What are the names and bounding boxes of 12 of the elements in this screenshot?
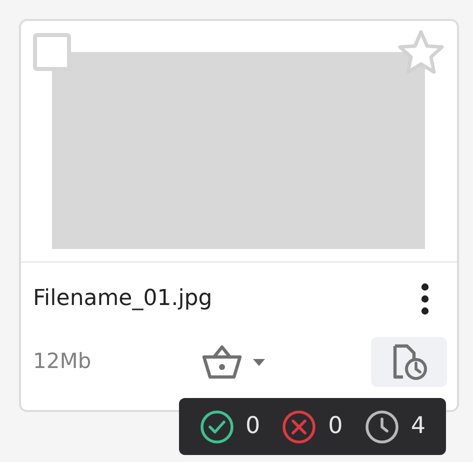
- caret-icon: [253, 358, 266, 366]
- more-options-icon[interactable]: [420, 283, 430, 315]
- status-count: 0: [246, 412, 260, 442]
- file-size: 12Mb: [33, 348, 92, 376]
- basket-icon: [201, 344, 244, 380]
- status-count: 4: [410, 412, 426, 442]
- star-icon[interactable]: [397, 29, 445, 75]
- filename: Filename_01.jpg: [33, 288, 212, 310]
- basket-dropdown[interactable]: [201, 344, 266, 380]
- select-checkbox[interactable]: [33, 33, 71, 71]
- status-count: 0: [328, 412, 343, 442]
- history-button[interactable]: [371, 337, 447, 387]
